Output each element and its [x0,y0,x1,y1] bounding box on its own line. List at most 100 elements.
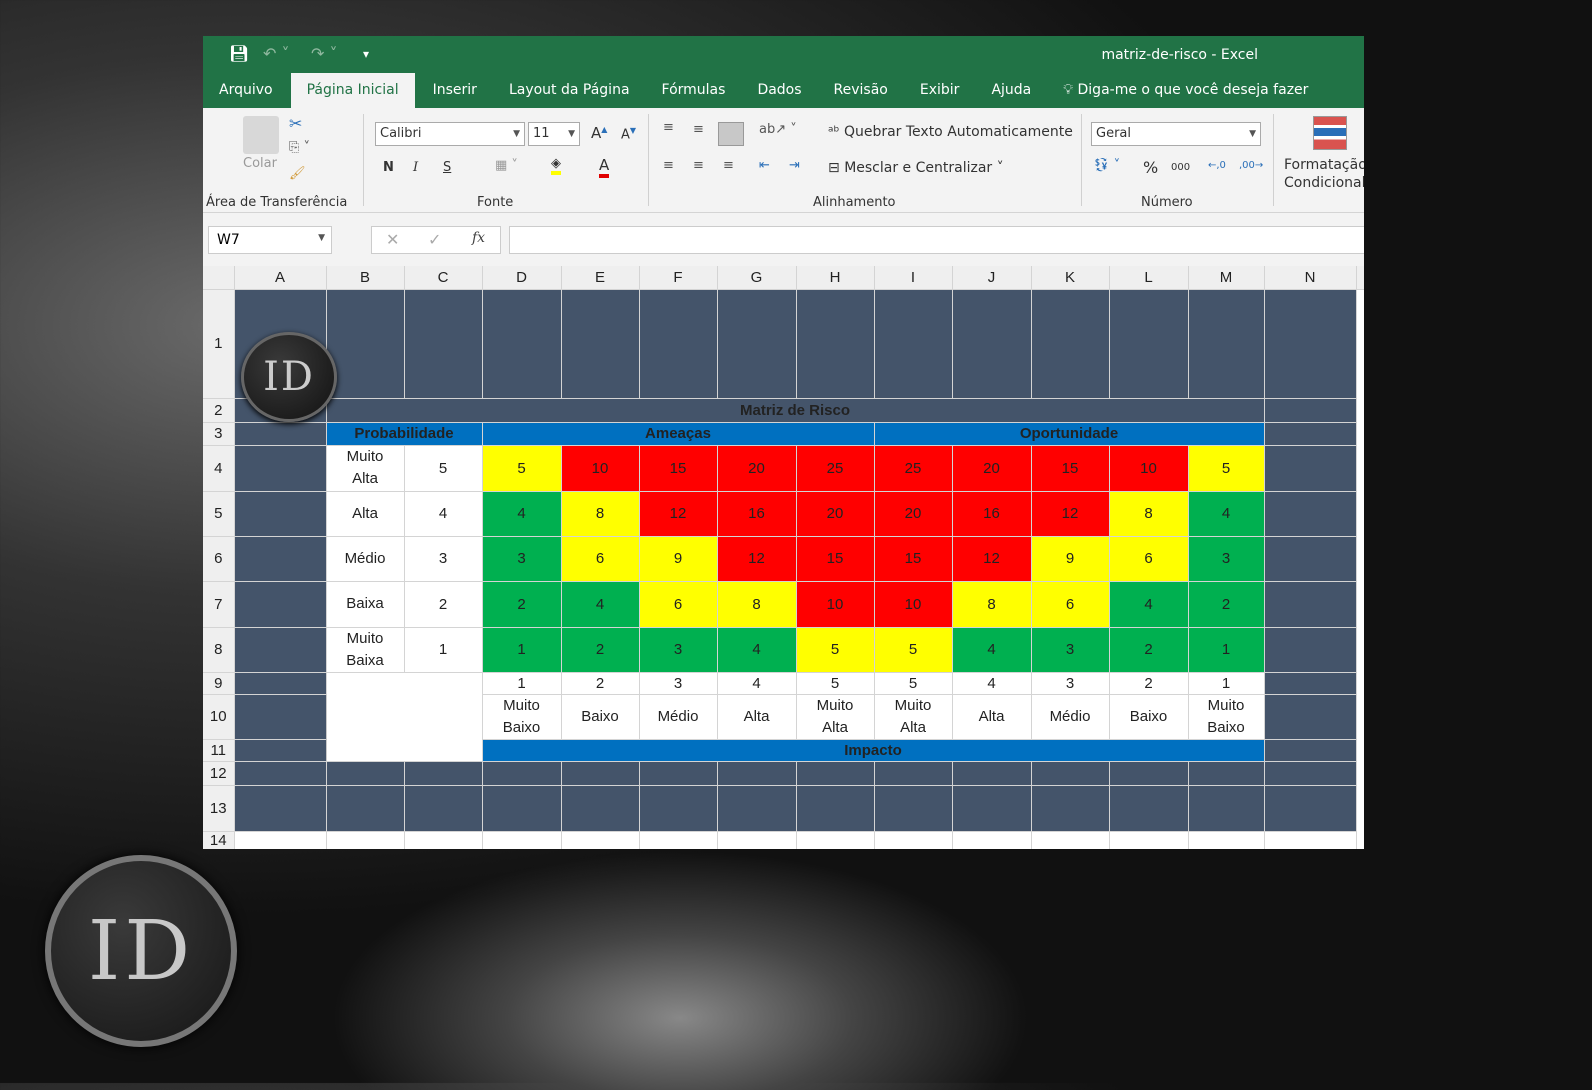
risk-cell[interactable]: 4 [1108,580,1189,628]
font-size-select[interactable]: 11 ▼ [528,122,580,146]
cell[interactable] [952,785,1032,832]
impact-label[interactable]: Médio [638,693,718,740]
risk-cell[interactable]: 20 [795,490,875,537]
risk-cell[interactable]: 16 [716,490,797,537]
column-header-K[interactable]: K [1031,266,1110,290]
tab-inserir[interactable]: Inserir [417,73,493,108]
risk-cell[interactable]: 1 [481,626,562,673]
cell[interactable] [234,831,327,849]
risk-cell[interactable]: 3 [1030,626,1110,673]
borders-icon[interactable]: ▦ ˅ [495,158,518,173]
cell[interactable] [234,761,327,786]
cell[interactable] [1031,831,1110,849]
cell[interactable] [639,761,718,786]
column-header-N[interactable]: N [1264,266,1357,290]
impact-value[interactable]: 4 [951,671,1032,695]
decrease-font-icon[interactable]: A▼ [621,126,636,142]
impact-value[interactable]: 3 [638,671,718,695]
risk-cell[interactable]: 12 [716,535,797,582]
cell[interactable] [482,785,562,832]
risk-cell[interactable]: 16 [951,490,1032,537]
row-header-8[interactable]: 8 [203,627,235,673]
format-painter-icon[interactable]: 🖌︎ [289,166,306,181]
align-right-icon[interactable]: ≡ [723,158,734,173]
probability-label[interactable]: Baixa [325,580,405,628]
risk-cell[interactable]: 3 [1187,535,1265,582]
risk-cell[interactable]: 6 [638,580,718,628]
thousands-button[interactable]: 000 [1171,162,1190,173]
impact-value[interactable]: 1 [481,671,562,695]
risk-cell[interactable]: 20 [951,444,1032,492]
risk-cell[interactable]: 9 [1030,535,1110,582]
impact-label[interactable]: Baixo [560,693,640,740]
row-header-14[interactable]: 14 [203,831,235,849]
cell[interactable] [874,831,953,849]
font-name-select[interactable]: Calibri ▼ [375,122,525,146]
align-center-icon[interactable]: ≡ [693,158,704,173]
cell[interactable] [1264,398,1357,423]
cell[interactable] [874,785,953,832]
impact-label[interactable]: Muito Baixo [481,693,562,740]
tab-ajuda[interactable]: Ajuda [975,73,1047,108]
risk-cell[interactable]: 15 [1030,444,1110,492]
cell[interactable] [482,831,562,849]
probability-value[interactable]: 2 [403,580,483,628]
cell[interactable] [482,761,562,786]
risk-cell[interactable]: 10 [1108,444,1189,492]
cell[interactable] [482,289,562,399]
cell[interactable] [1109,289,1189,399]
column-header-C[interactable]: C [404,266,483,290]
cell[interactable] [1031,761,1110,786]
probability-label[interactable]: Muito Alta [325,444,405,492]
impact-label[interactable]: Alta [716,693,797,740]
column-header-F[interactable]: F [639,266,718,290]
probability-value[interactable]: 1 [403,626,483,673]
underline-button[interactable]: S [443,160,451,175]
cell[interactable] [234,445,327,492]
risk-cell[interactable]: 20 [873,490,953,537]
probability-label[interactable]: Muito Baixa [325,626,405,673]
risk-cell[interactable]: 8 [951,580,1032,628]
cell[interactable] [639,289,718,399]
percent-button[interactable]: % [1143,158,1158,177]
number-format-select[interactable]: Geral ▼ [1091,122,1261,146]
impact-label[interactable]: Alta [951,693,1032,740]
cell[interactable] [1188,831,1265,849]
cell[interactable] [1264,627,1357,673]
impact-value[interactable]: 3 [1030,671,1110,695]
column-header-I[interactable]: I [874,266,953,290]
tell-me-search[interactable]: 💡︎ Diga-me o que você deseja fazer [1047,73,1324,108]
paste-icon[interactable] [243,116,279,154]
cell[interactable] [404,761,483,786]
row-header-2[interactable]: 2 [203,398,235,423]
cell[interactable] [1264,672,1357,695]
tab-dados[interactable]: Dados [741,73,817,108]
risk-cell[interactable]: 4 [481,490,562,537]
impact-value[interactable]: 4 [716,671,797,695]
impact-label[interactable]: Muito Alta [795,693,875,740]
cell[interactable] [796,831,875,849]
risk-cell[interactable]: 3 [638,626,718,673]
cell[interactable] [1264,581,1357,628]
increase-decimal-icon[interactable]: ←,0 [1208,160,1226,171]
cell[interactable] [234,627,327,673]
risk-cell[interactable]: 6 [560,535,640,582]
cell[interactable] [234,694,327,740]
increase-indent-icon[interactable]: ⇥ [789,158,800,173]
probability-value[interactable]: 3 [403,535,483,582]
impact-value[interactable]: 2 [1108,671,1189,695]
row-header-6[interactable]: 6 [203,536,235,582]
row-header-11[interactable]: 11 [203,739,235,762]
risk-cell[interactable]: 12 [951,535,1032,582]
align-left-icon[interactable]: ≡ [663,158,674,173]
risk-cell[interactable]: 6 [1108,535,1189,582]
impact-label[interactable]: Médio [1030,693,1110,740]
cell[interactable] [234,785,327,832]
cell[interactable] [234,536,327,582]
enter-icon[interactable]: ✓ [428,230,441,249]
cell[interactable] [1264,422,1357,446]
probability-value[interactable]: 4 [403,490,483,537]
save-icon[interactable]: 💾︎ [229,44,249,63]
row-header-7[interactable]: 7 [203,581,235,628]
cell[interactable] [326,761,405,786]
